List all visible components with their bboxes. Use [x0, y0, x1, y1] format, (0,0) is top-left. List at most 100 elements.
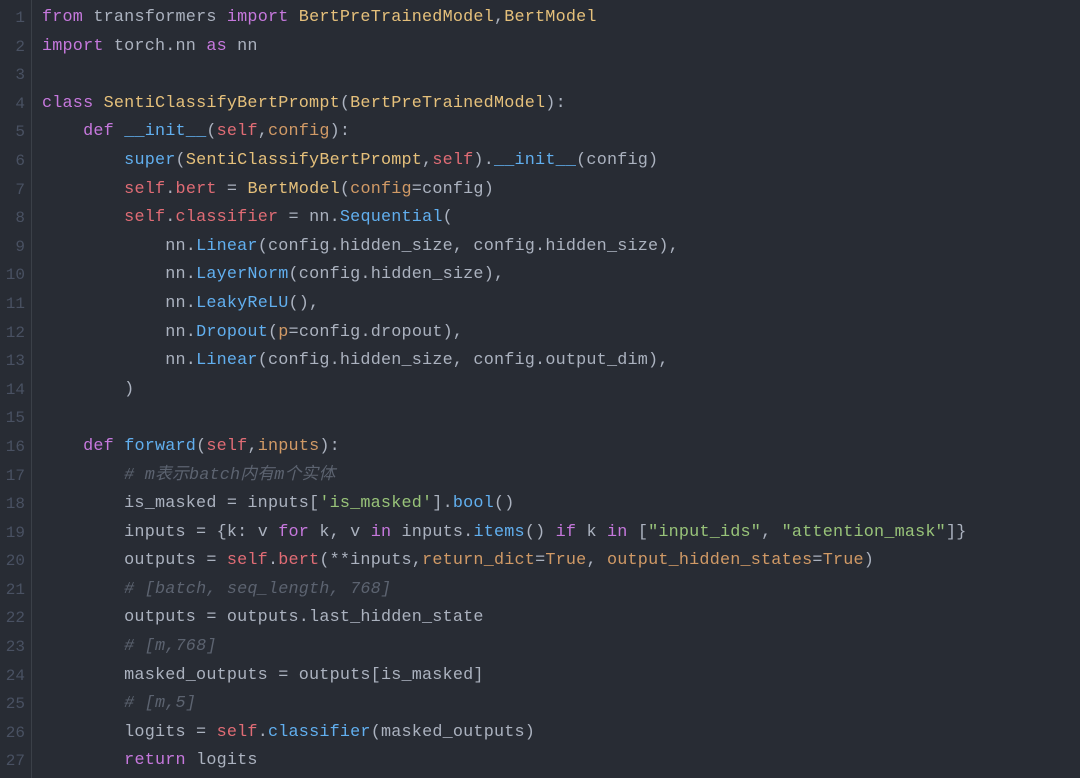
- token-op: [42, 208, 124, 227]
- code-line[interactable]: nn.Linear(config.hidden_size, config.hid…: [42, 233, 1080, 262]
- token-punc: ).: [473, 151, 494, 170]
- code-line[interactable]: # [m,768]: [42, 633, 1080, 662]
- token-op: masked_outputs = outputs: [42, 666, 371, 685]
- token-punc: (: [576, 151, 586, 170]
- line-number: 3: [0, 61, 31, 90]
- token-kw: class: [42, 94, 93, 113]
- token-op: hidden_size: [340, 351, 453, 370]
- token-op: k: [576, 523, 607, 542]
- token-fn: items: [473, 523, 524, 542]
- token-op: nn: [176, 37, 207, 56]
- code-line[interactable]: [42, 61, 1080, 90]
- code-line[interactable]: nn.LeakyReLU(),: [42, 290, 1080, 319]
- code-line[interactable]: # [m,5]: [42, 690, 1080, 719]
- token-punc: .: [186, 323, 196, 342]
- code-line[interactable]: self.classifier = nn.Sequential(: [42, 204, 1080, 233]
- token-op: outputs =: [42, 551, 227, 570]
- line-number: 16: [0, 433, 31, 462]
- token-punc: .: [258, 723, 268, 742]
- token-punc: .: [360, 265, 370, 284]
- code-line[interactable]: outputs = outputs.last_hidden_state: [42, 604, 1080, 633]
- line-number: 10: [0, 261, 31, 290]
- token-op: output_dim: [545, 351, 648, 370]
- token-op: config: [268, 351, 330, 370]
- line-number: 13: [0, 347, 31, 376]
- token-op: =: [217, 180, 248, 199]
- token-op: [42, 380, 124, 399]
- token-kw: def: [83, 437, 114, 456]
- token-kw: from: [42, 8, 83, 27]
- token-cls: BertPreTrainedModel: [299, 8, 494, 27]
- token-self: self: [227, 551, 268, 570]
- code-line[interactable]: from transformers import BertPreTrainedM…: [42, 4, 1080, 33]
- line-number: 12: [0, 319, 31, 348]
- token-punc: ),: [443, 323, 464, 342]
- code-line[interactable]: ): [42, 376, 1080, 405]
- token-op: [42, 466, 124, 485]
- token-punc: ): [525, 723, 535, 742]
- token-punc: [: [309, 494, 319, 513]
- token-op: [42, 694, 124, 713]
- code-line[interactable]: masked_outputs = outputs[is_masked]: [42, 662, 1080, 691]
- token-punc: .: [535, 237, 545, 256]
- code-line[interactable]: return logits: [42, 747, 1080, 776]
- code-line[interactable]: inputs = {k: v for k, v in inputs.items(…: [42, 519, 1080, 548]
- token-op: =: [289, 323, 299, 342]
- token-punc: ):: [545, 94, 566, 113]
- code-line[interactable]: def __init__(self,config):: [42, 118, 1080, 147]
- token-str: 'is_masked': [319, 494, 432, 513]
- token-op: [628, 523, 638, 542]
- line-number: 17: [0, 462, 31, 491]
- code-line[interactable]: # [batch, seq_length, 768]: [42, 576, 1080, 605]
- token-op: [114, 122, 124, 141]
- token-punc: ): [648, 151, 658, 170]
- token-punc: ),: [484, 265, 505, 284]
- token-punc: (: [196, 437, 206, 456]
- code-line[interactable]: nn.Linear(config.hidden_size, config.out…: [42, 347, 1080, 376]
- code-line[interactable]: outputs = self.bert(**inputs,return_dict…: [42, 547, 1080, 576]
- token-kw: in: [607, 523, 628, 542]
- code-line[interactable]: [42, 404, 1080, 433]
- code-line[interactable]: logits = self.classifier(masked_outputs): [42, 719, 1080, 748]
- token-punc: ),: [648, 351, 669, 370]
- code-line[interactable]: def forward(self,inputs):: [42, 433, 1080, 462]
- token-punc: (),: [289, 294, 320, 313]
- code-line[interactable]: is_masked = inputs['is_masked'].bool(): [42, 490, 1080, 519]
- token-attr: classifier: [176, 208, 279, 227]
- token-op: config: [299, 323, 361, 342]
- token-attr: bert: [176, 180, 217, 199]
- token-op: =: [535, 551, 545, 570]
- token-op: logits: [186, 751, 258, 770]
- token-op: nn: [42, 265, 186, 284]
- code-line[interactable]: # m表示batch内有m个实体: [42, 462, 1080, 491]
- token-op: config: [586, 151, 648, 170]
- token-punc: ]}: [946, 523, 967, 542]
- code-line[interactable]: super(SentiClassifyBertPrompt,self).__in…: [42, 147, 1080, 176]
- token-attr: bert: [278, 551, 319, 570]
- token-param: inputs: [258, 437, 320, 456]
- token-cls: SentiClassifyBertPrompt: [104, 94, 340, 113]
- token-punc: (: [206, 122, 216, 141]
- token-op: =: [412, 180, 422, 199]
- token-param: p: [278, 323, 288, 342]
- line-number: 25: [0, 690, 31, 719]
- token-fn: Linear: [196, 351, 258, 370]
- code-line[interactable]: nn.Dropout(p=config.dropout),: [42, 319, 1080, 348]
- code-line[interactable]: class SentiClassifyBertPrompt(BertPreTra…: [42, 90, 1080, 119]
- token-param: config: [350, 180, 412, 199]
- token-fn: __init__: [124, 122, 206, 141]
- token-cmt: # [batch, seq_length, 768]: [124, 580, 391, 599]
- code-line[interactable]: nn.LayerNorm(config.hidden_size),: [42, 261, 1080, 290]
- code-line[interactable]: import torch.nn as nn: [42, 33, 1080, 62]
- token-op: v: [258, 523, 279, 542]
- code-area[interactable]: from transformers import BertPreTrainedM…: [32, 0, 1080, 778]
- token-fn: Linear: [196, 237, 258, 256]
- token-punc: .: [299, 608, 309, 627]
- code-editor[interactable]: 1234567891011121314151617181920212223242…: [0, 0, 1080, 778]
- token-cls: BertModel: [504, 8, 596, 27]
- token-op: last_hidden_state: [309, 608, 484, 627]
- token-op: is_masked: [381, 666, 473, 685]
- token-punc: .: [463, 523, 473, 542]
- code-line[interactable]: self.bert = BertModel(config=config): [42, 176, 1080, 205]
- token-cmt: # [m,5]: [124, 694, 196, 713]
